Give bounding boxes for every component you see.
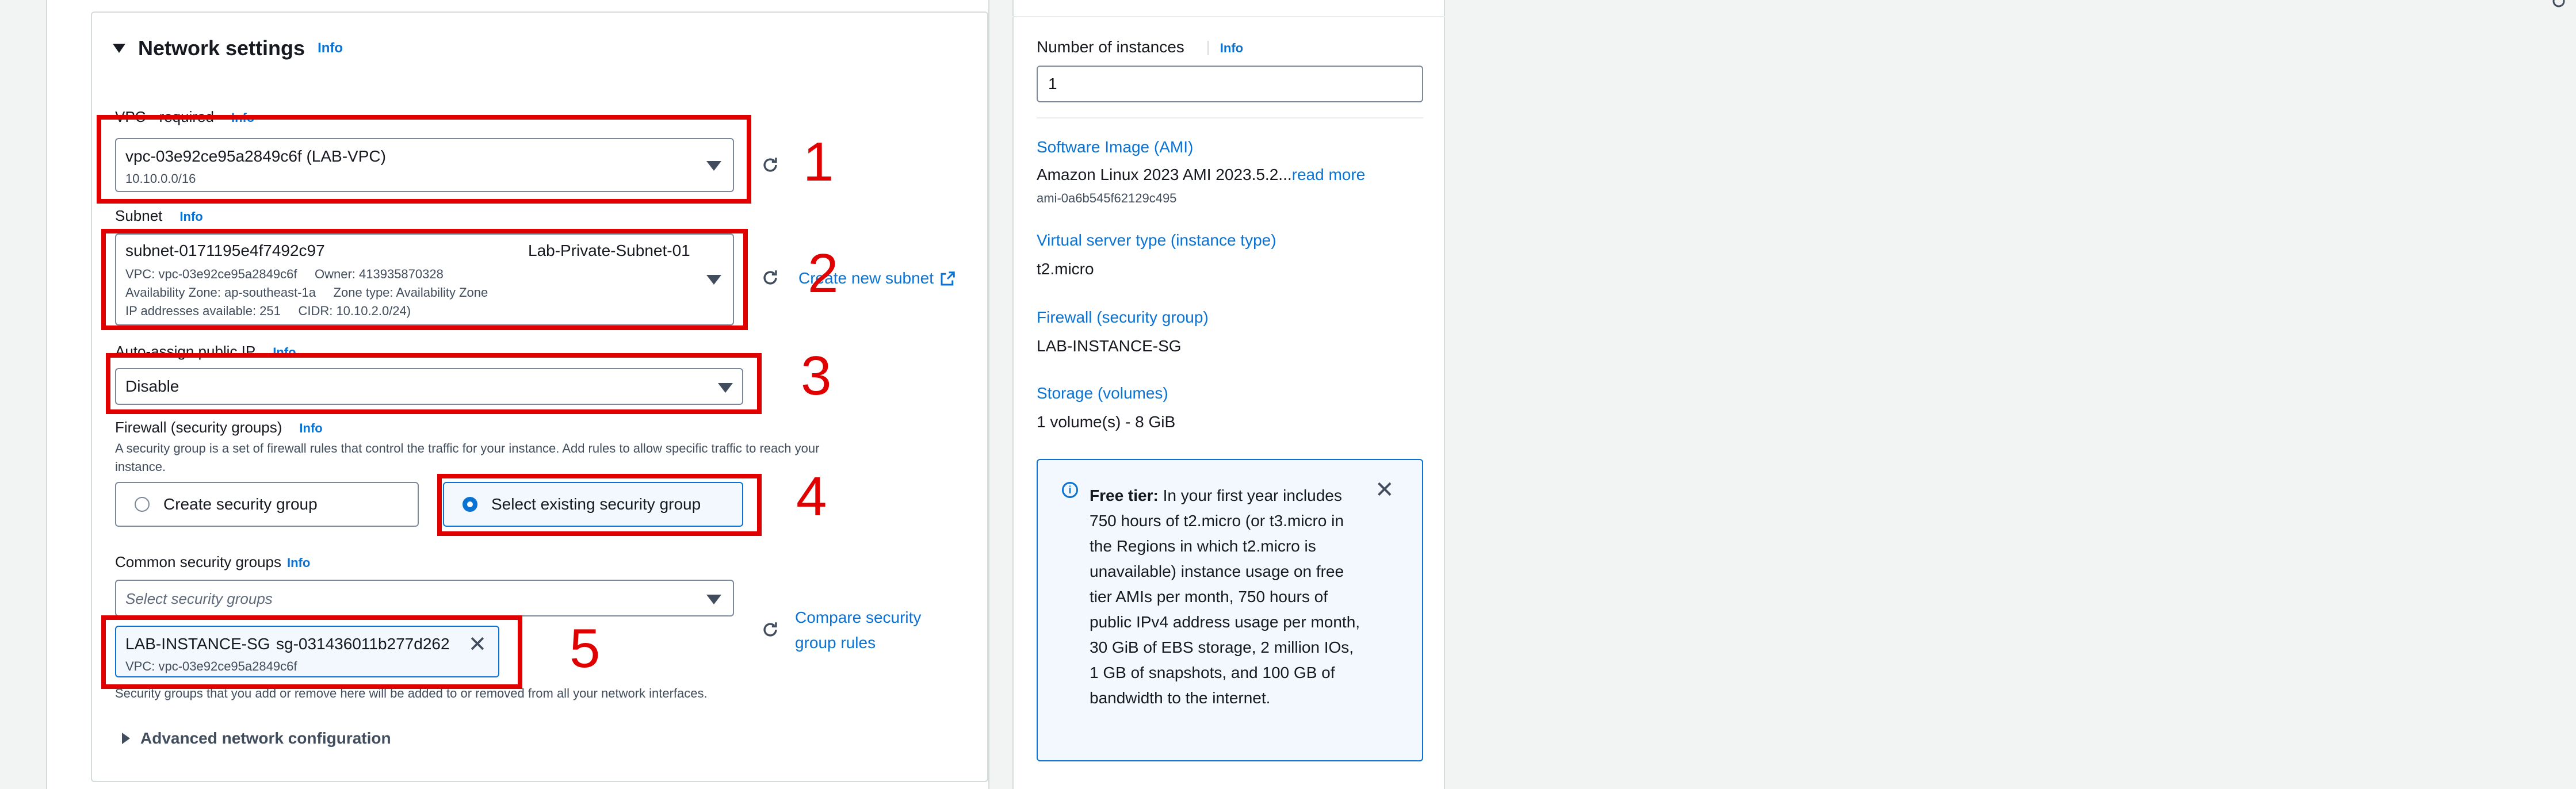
firewall-description-cont: instance.	[115, 459, 166, 474]
ami-link[interactable]: Software Image (AMI)	[1037, 138, 1193, 156]
firewall-label: Firewall (security groups) Info	[115, 419, 323, 436]
annotation-number-2: 2	[808, 243, 839, 304]
annotation-box-3	[106, 353, 762, 414]
create-security-group-option[interactable]: Create security group	[115, 482, 419, 527]
caret-right-icon[interactable]	[122, 733, 130, 744]
annotation-number-1: 1	[803, 131, 834, 193]
security-groups-placeholder: Select security groups	[125, 590, 273, 607]
instance-type-value: t2.micro	[1037, 260, 1094, 278]
ami-value: Amazon Linux 2023 AMI 2023.5.2...read mo…	[1037, 166, 1365, 184]
section-title: Network settings	[138, 36, 305, 60]
free-tier-alert: i Free tier: In your first year includes…	[1037, 459, 1423, 761]
firewall-info-link[interactable]: Info	[299, 421, 322, 435]
firewall-summary-link[interactable]: Firewall (security group)	[1037, 308, 1209, 327]
storage-link[interactable]: Storage (volumes)	[1037, 384, 1168, 403]
radio-unselected-icon[interactable]	[135, 497, 150, 512]
number-of-instances-label: Number of instances Info	[1037, 38, 1244, 56]
annotation-box-5	[101, 615, 522, 689]
dismiss-close-icon[interactable]: ✕	[1375, 478, 1394, 501]
annotation-box-1	[97, 115, 751, 204]
common-sg-label-text: Common security groups	[115, 553, 281, 570]
annotation-box-4	[437, 474, 762, 536]
number-of-instances-label-text: Number of instances	[1037, 38, 1184, 56]
refresh-icon[interactable]	[760, 155, 780, 175]
info-circle-icon: i	[1062, 482, 1078, 498]
free-tier-title: Free tier:	[1090, 487, 1159, 504]
compare-sg-rules-link-cont[interactable]: group rules	[795, 634, 876, 652]
security-groups-select[interactable]: Select security groups	[115, 580, 734, 616]
settings-gear-icon[interactable]	[2543, 0, 2566, 8]
instance-type-link[interactable]: Virtual server type (instance type)	[1037, 231, 1276, 250]
ami-id: ami-0a6b545f62129c495	[1037, 191, 1177, 205]
advanced-network-config-toggle[interactable]: Advanced network configuration	[122, 729, 391, 748]
ami-read-more-link[interactable]: read more	[1292, 166, 1366, 183]
annotation-number-4: 4	[796, 466, 827, 527]
chevron-down-icon	[706, 595, 721, 604]
storage-value: 1 volume(s) - 8 GiB	[1037, 413, 1176, 431]
annotation-box-2	[101, 229, 748, 330]
external-link-icon[interactable]	[939, 270, 956, 288]
subnet-info-link[interactable]: Info	[179, 209, 202, 224]
firewall-label-text: Firewall (security groups)	[115, 419, 282, 436]
subnet-label-text: Subnet	[115, 207, 163, 224]
free-tier-body: In your first year includes 750 hours of…	[1090, 487, 1360, 707]
number-of-instances-input[interactable]: 1	[1037, 66, 1423, 102]
summary-top-divider	[1012, 16, 1445, 17]
refresh-icon[interactable]	[760, 620, 780, 639]
compare-sg-rules-link[interactable]: Compare security	[795, 608, 921, 627]
subnet-label: Subnet Info	[115, 207, 203, 225]
create-security-group-label: Create security group	[163, 495, 318, 513]
summary-divider	[1037, 117, 1423, 118]
firewall-description: A security group is a set of firewall ru…	[115, 441, 820, 455]
annotation-number-5: 5	[570, 618, 601, 679]
common-sg-label: Common security groups Info	[115, 553, 310, 571]
network-settings-header[interactable]: Network settings Info	[113, 31, 343, 66]
instances-info-link[interactable]: Info	[1207, 41, 1244, 55]
firewall-summary-value: LAB-INSTANCE-SG	[1037, 337, 1182, 355]
ec2-launch-wizard: Network settings Info VPC - required Info…	[0, 0, 2576, 789]
network-info-link[interactable]: Info	[318, 40, 343, 56]
free-tier-text: Free tier: In your first year includes 7…	[1090, 483, 1366, 711]
advanced-network-config-label: Advanced network configuration	[140, 729, 391, 747]
common-sg-info-link[interactable]: Info	[287, 556, 310, 570]
refresh-icon[interactable]	[760, 268, 780, 288]
caret-down-icon[interactable]	[113, 44, 125, 53]
ami-value-text: Amazon Linux 2023 AMI 2023.5.2...	[1037, 166, 1292, 183]
annotation-number-3: 3	[801, 345, 832, 407]
